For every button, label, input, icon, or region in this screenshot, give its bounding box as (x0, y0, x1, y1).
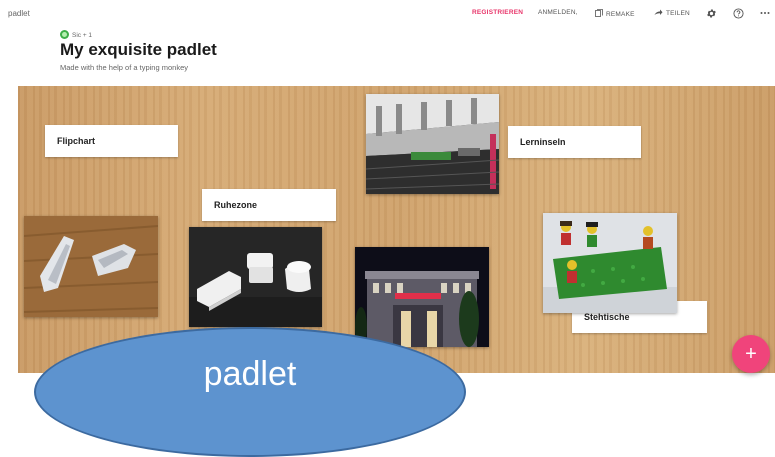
post-title: Lerninseln (520, 137, 566, 147)
post-title: Flipchart (57, 136, 96, 146)
post-title: Stehtische (584, 312, 630, 322)
brand-logo[interactable]: padlet (8, 9, 30, 18)
share-label: TEILEN (666, 10, 690, 17)
register-button[interactable]: REGISTRIEREN (472, 9, 523, 16)
post-ruhezone[interactable]: Ruhezone (202, 189, 336, 221)
post-image-hall[interactable] (366, 94, 499, 194)
post-image-lego[interactable] (543, 213, 677, 313)
top-bar: padlet REGISTRIEREN ANMELDEN, REMAKE TEI… (0, 0, 775, 86)
page-subtitle: Made with the help of a typing monkey (60, 63, 188, 72)
overlay-label: padlet (203, 355, 297, 393)
share-button[interactable]: TEILEN (654, 9, 690, 17)
login-button[interactable]: ANMELDEN, (538, 9, 578, 16)
help-icon[interactable] (733, 6, 744, 24)
page-title: My exquisite padlet (60, 40, 217, 59)
add-post-button[interactable]: + (732, 335, 770, 373)
post-lerninseln[interactable]: Lerninseln (508, 126, 641, 158)
owner-label: Sic + 1 (72, 32, 93, 39)
padlet-logo-overlay: padlet (34, 327, 466, 457)
share-arrow-icon (654, 9, 663, 15)
remake-button[interactable]: REMAKE (595, 9, 635, 18)
avatar (60, 30, 69, 39)
post-flipchart[interactable]: Flipchart (45, 125, 178, 157)
plus-icon: + (745, 343, 757, 365)
copy-icon (595, 9, 603, 17)
owner-info: Sic + 1 (60, 30, 92, 39)
more-icon[interactable] (760, 5, 770, 23)
remake-label: REMAKE (606, 11, 635, 18)
post-image-prints[interactable] (24, 216, 158, 317)
post-image-building[interactable] (355, 247, 489, 347)
settings-gear-icon[interactable] (706, 6, 717, 24)
post-title: Ruhezone (214, 200, 258, 210)
post-image-sofas[interactable] (189, 227, 322, 327)
